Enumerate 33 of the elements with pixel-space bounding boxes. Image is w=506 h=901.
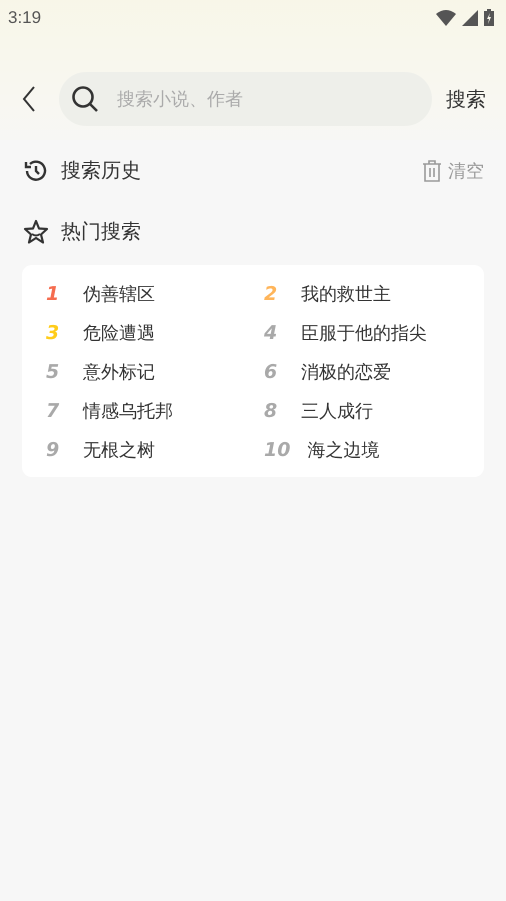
history-icon <box>23 158 49 184</box>
star-icon <box>23 218 49 244</box>
rank-number: 8 <box>264 400 278 422</box>
rank-number: 2 <box>264 283 278 305</box>
rank-number: 9 <box>46 439 60 461</box>
rank-number: 10 <box>264 439 292 461</box>
rank-number: 4 <box>264 322 278 344</box>
status-time: 3:19 <box>8 8 42 28</box>
section-title: 搜索历史 <box>61 157 141 184</box>
back-icon[interactable] <box>22 86 36 112</box>
search-button[interactable]: 搜索 <box>446 86 486 112</box>
section-title: 热门搜索 <box>61 218 141 245</box>
hot-search-item[interactable]: 6 消极的恋爱 <box>264 357 484 387</box>
hot-search-item[interactable]: 1 伪善辖区 <box>46 279 264 309</box>
search-field[interactable]: 搜索小说、作者 <box>59 72 432 126</box>
hot-search-item[interactable]: 4 臣服于他的指尖 <box>264 318 484 348</box>
hot-search-item[interactable]: 10 海之边境 <box>264 435 484 465</box>
hot-search-item[interactable]: 7 情感乌托邦 <box>46 396 264 426</box>
hot-search-item[interactable]: 8 三人成行 <box>264 396 484 426</box>
trash-icon <box>422 160 442 182</box>
rank-number: 7 <box>46 400 60 422</box>
hot-search-item[interactable]: 9 无根之树 <box>46 435 264 465</box>
rank-number: 1 <box>46 283 60 305</box>
rank-number: 6 <box>264 361 278 383</box>
battery-icon <box>484 9 494 26</box>
wifi-icon <box>436 10 456 26</box>
hot-search-item[interactable]: 3 危险遭遇 <box>46 318 264 348</box>
search-icon <box>71 85 99 113</box>
signal-icon <box>462 10 478 26</box>
hot-search-item[interactable]: 2 我的救世主 <box>264 279 484 309</box>
hot-search-item[interactable]: 5 意外标记 <box>46 357 264 387</box>
rank-number: 3 <box>46 322 60 344</box>
rank-number: 5 <box>46 361 60 383</box>
